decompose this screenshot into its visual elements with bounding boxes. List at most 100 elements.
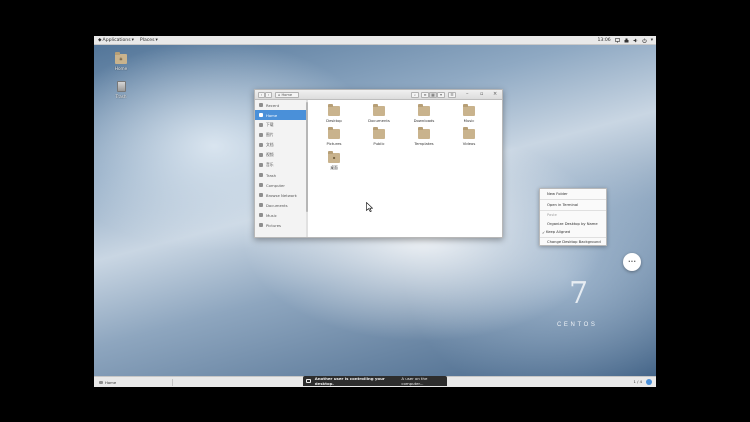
file-item-videos[interactable]: Videos (452, 127, 486, 146)
sidebar-item-music[interactable]: Music (255, 210, 307, 220)
notification-title: Another user is controlling your desktop… (314, 376, 385, 386)
menu-item-open-in-terminal[interactable]: Open in Terminal (547, 203, 578, 207)
file-item-music[interactable]: Music (452, 104, 486, 123)
centos-logo-text: CENTOS (557, 322, 598, 328)
file-item-public[interactable]: Public (362, 127, 396, 146)
sidebar-item-documents-cn[interactable]: 文档 (255, 140, 307, 150)
sidebar-item-label: Computer (266, 182, 285, 188)
top-panel: ◆ Applications ▾ Places ▾ 13:06 ▾ (94, 36, 656, 45)
back-button[interactable]: ‹ (258, 92, 265, 98)
grid-icon: ▦ (431, 93, 435, 97)
sidebar-item-recent[interactable]: Recent (255, 100, 307, 110)
document-icon (259, 143, 263, 147)
sidebar-item-music-cn[interactable]: 音乐 (255, 160, 307, 170)
maximize-button[interactable]: ▫ (480, 91, 483, 97)
sidebar-item-videos-cn[interactable]: 视频 (255, 150, 307, 160)
clock[interactable]: 13:06 (597, 38, 610, 43)
message-tray-bubble[interactable]: ... (623, 253, 641, 271)
sidebar-item-label: 下载 (266, 122, 274, 127)
file-item-label: Music (463, 118, 475, 123)
file-item-pictures[interactable]: Pictures (317, 127, 351, 146)
workspace-indicator[interactable]: 1 / 4 (633, 379, 642, 384)
minimize-button[interactable]: – (466, 91, 469, 97)
volume-icon[interactable] (633, 38, 638, 43)
path-label: Home (281, 93, 293, 97)
minimize-icon: – (466, 91, 469, 97)
sidebar-item-downloads-cn[interactable]: 下载 (255, 120, 307, 130)
home-icon: ⌂ (278, 93, 281, 97)
scrollbar-thumb[interactable] (306, 102, 308, 212)
folder-icon (328, 127, 340, 139)
sidebar-item-pictures-cn[interactable]: 图片 (255, 130, 307, 140)
sidebar-item-documents[interactable]: Documents (255, 200, 307, 210)
sidebar-scrollbar[interactable] (306, 100, 308, 237)
music-icon (259, 163, 263, 167)
sidebar-item-computer[interactable]: Computer (255, 180, 307, 190)
desktop-screen[interactable]: ◆ Applications ▾ Places ▾ 13:06 ▾ ⌂ Home… (94, 36, 656, 387)
menu-button[interactable]: ☰ (448, 92, 456, 98)
file-item-templates[interactable]: Templates (407, 127, 441, 146)
file-item-label: Downloads (413, 118, 435, 123)
folder-icon (328, 104, 340, 116)
file-item-desktop[interactable]: Desktop (317, 104, 351, 123)
remote-control-notification[interactable]: Another user is controlling your desktop… (303, 376, 447, 386)
chevron-down-icon: ▾ (155, 37, 158, 43)
sidebar-item-label: 文档 (266, 142, 274, 147)
network-icon (259, 193, 263, 197)
display-icon[interactable] (614, 38, 620, 43)
mouse-cursor-icon (366, 202, 373, 212)
menu-item-change-background[interactable]: Change Desktop Background (547, 240, 601, 244)
video-icon (259, 153, 263, 157)
applications-menu[interactable]: ◆ Applications ▾ (98, 38, 134, 43)
desktop-icon-label: Trash (115, 94, 127, 99)
folder-icon (259, 203, 263, 207)
chevron-right-icon: › (267, 93, 270, 97)
path-bar-home[interactable]: ⌂ Home (275, 92, 299, 98)
sidebar-item-browse-network[interactable]: Browse Network (255, 190, 307, 200)
file-item-label: 桌面 (330, 165, 338, 170)
grid-view-button[interactable]: ▦ (429, 92, 437, 98)
sidebar-item-label: Home (266, 112, 278, 118)
sidebar-item-label: Documents (266, 202, 288, 208)
bubble-label: ... (628, 256, 636, 264)
menu-item-keep-aligned[interactable]: Keep Aligned (546, 230, 570, 234)
desktop-context-menu: New Folder Open in Terminal Paste Organi… (539, 188, 607, 246)
taskbar-item-home[interactable]: Home (97, 379, 173, 386)
search-button[interactable]: ⌕ (411, 92, 419, 98)
file-item-downloads[interactable]: Downloads (407, 104, 441, 123)
file-item-desktop-cn[interactable]: ▪ 桌面 (317, 151, 351, 171)
file-manager-headerbar: ‹ › ⌂ Home ⌕ ≡ ▦ ▾ ☰ – ▫ × (255, 90, 502, 100)
menu-item-organize-by-name[interactable]: Organize Desktop by Name (547, 222, 598, 226)
picture-icon (259, 133, 263, 137)
places-menu[interactable]: Places ▾ (140, 38, 158, 43)
file-item-label: Public (373, 141, 385, 146)
menu-item-paste[interactable]: Paste (547, 213, 557, 217)
sidebar-item-pictures[interactable]: Pictures (255, 220, 307, 230)
desktop-icon-trash[interactable]: Trash (105, 81, 137, 99)
menu-item-new-folder[interactable]: New Folder (547, 192, 568, 196)
folder-icon (373, 127, 385, 139)
folder-icon (463, 104, 475, 116)
file-item-label: Documents (368, 118, 390, 123)
file-manager-window[interactable]: ‹ › ⌂ Home ⌕ ≡ ▦ ▾ ☰ – ▫ × Recent Home 下… (254, 89, 503, 238)
list-view-button[interactable]: ≡ (421, 92, 429, 98)
sidebar-item-trash[interactable]: Trash (255, 170, 307, 180)
sidebar-item-home[interactable]: Home (255, 110, 307, 120)
view-options-button[interactable]: ▾ (437, 92, 445, 98)
desktop-icon-home[interactable]: ⌂ Home (105, 52, 137, 71)
file-item-label: Videos (462, 141, 476, 146)
sidebar-item-label: 图片 (266, 132, 274, 137)
power-icon[interactable] (642, 38, 647, 43)
message-tray-icon[interactable] (646, 379, 652, 385)
chevron-down-icon[interactable]: ▾ (651, 38, 653, 43)
file-item-documents[interactable]: Documents (362, 104, 396, 123)
applications-icon: ◆ (98, 37, 102, 43)
forward-button[interactable]: › (265, 92, 272, 98)
chevron-down-icon: ▾ (131, 37, 134, 43)
folder-icon (373, 104, 385, 116)
computer-icon (259, 183, 263, 187)
network-icon[interactable] (624, 38, 629, 43)
close-button[interactable]: × (493, 91, 497, 97)
list-icon: ≡ (423, 93, 427, 97)
clock-icon (259, 103, 263, 107)
